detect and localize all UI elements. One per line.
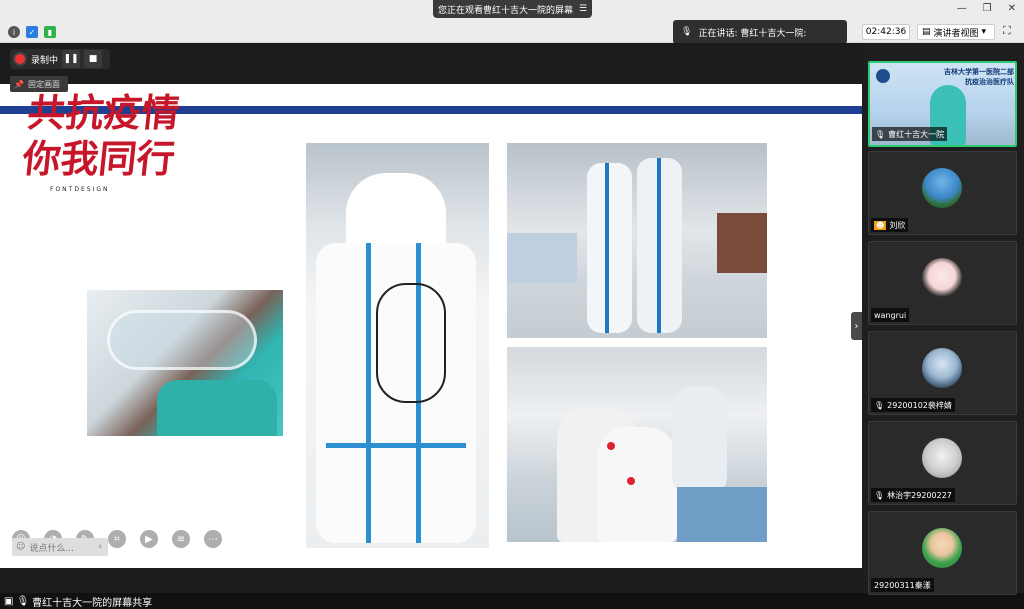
meeting-timer: 02:42:36 [862, 24, 910, 40]
pin-icon: 📌 [14, 79, 24, 89]
participant-tile[interactable]: 🎙 林治宇29200227 [868, 421, 1017, 505]
comment-input[interactable]: ☺ 说点什么... ‹ [12, 538, 108, 556]
avatar [922, 438, 962, 478]
participant-tile[interactable]: 29200311秦漾 [868, 511, 1017, 595]
restore-icon[interactable]: ❐ [983, 3, 992, 14]
participant-tile[interactable]: ☻ 刘欣 [868, 151, 1017, 235]
muted-mic-icon: 🎙 [874, 490, 885, 500]
screen-icon: ▣ [4, 595, 14, 607]
participant-name-bar: 🎙 曹红十吉大一院 [872, 127, 948, 141]
layout-icon: ▤ [922, 27, 931, 37]
photo-ward-care [507, 347, 767, 542]
record-icon [15, 54, 25, 64]
smile-icon: ☺ [16, 542, 26, 552]
avatar [922, 168, 962, 208]
close-icon[interactable]: ✕ [1008, 3, 1016, 14]
camera-icon[interactable]: ▶ [140, 530, 158, 548]
participant-tile[interactable]: 🎙 29200102裴梓婧 [868, 331, 1017, 415]
font-design-label: FONTDESIGN [50, 186, 110, 193]
share-status-bar: ▣ 🎙 曹红十吉大一院的屏幕共享 [0, 593, 1024, 609]
recording-label: 录制中 [31, 55, 59, 66]
hospital-logo-icon [876, 69, 890, 83]
mic-icon: 🎙 [16, 595, 30, 607]
participant-name: 29200102裴梓婧 [887, 400, 952, 410]
chevron-down-icon: ▾ [981, 27, 987, 37]
participant-name-bar: 🎙 林治宇29200227 [871, 488, 955, 502]
avatar [922, 528, 962, 568]
comment-placeholder: 说点什么... [29, 543, 74, 554]
pause-icon: ❚❚ [63, 54, 79, 64]
participant-name-bar: ☻ 刘欣 [871, 218, 909, 232]
pin-view-button[interactable]: 📌 固定画面 [10, 76, 68, 92]
slide-title-line1: 共抗疫情 [25, 90, 183, 135]
signal-icon[interactable]: ▮ [44, 26, 56, 38]
avatar [922, 348, 962, 388]
muted-mic-icon: 🎙 [874, 400, 885, 410]
window-controls: — ❐ ✕ [957, 3, 1016, 14]
caption-icon[interactable]: ≡ [172, 530, 190, 548]
speaking-indicator: 🎙 正在讲话: 曹红十吉大一院: [673, 20, 847, 44]
presenter-view-button[interactable]: ▤ 演讲者视图 ▾ [917, 24, 995, 40]
share-text: 曹红十吉大一院的屏幕共享 [32, 597, 153, 609]
presenter-view-label: 演讲者视图 [933, 28, 979, 39]
user-icon: ☻ [874, 220, 887, 230]
info-icon[interactable]: i [8, 26, 20, 38]
participant-name: 林治宇29200227 [887, 490, 952, 500]
slide-title: 共抗疫情 你我同行 [18, 90, 215, 205]
watching-banner: 您正在观看曹红十吉大一院的屏幕 ☰ [433, 0, 592, 18]
photo-two-medical-staff [507, 143, 767, 338]
participant-name-bar: wangrui [871, 308, 910, 322]
banner-line1: 吉林大学第一医院二部 [944, 68, 1014, 76]
participant-name: 刘欣 [889, 220, 906, 230]
participant-name-bar: 🎙 29200102裴梓婧 [871, 398, 955, 412]
participant-name: 曹红十吉大一院 [888, 129, 945, 139]
menu-icon[interactable]: ☰ [579, 4, 587, 14]
more-icon[interactable]: ⋯ [204, 530, 222, 548]
screenshot-icon[interactable]: ⌗ [108, 530, 126, 548]
sidebar-collapse-button[interactable]: › [851, 312, 862, 340]
mic-icon: 🎙 [875, 129, 886, 139]
stop-icon: ■ [88, 54, 98, 64]
speaking-text: 正在讲话: 曹红十吉大一院: [698, 28, 807, 39]
participant-name-bar: 29200311秦漾 [871, 578, 934, 592]
photo-goggles-closeup [87, 290, 283, 436]
avatar [922, 258, 962, 298]
participant-name: 29200311秦漾 [874, 580, 931, 590]
slide-title-line2: 你我同行 [20, 136, 178, 181]
microphone-icon: 🎙 [681, 27, 693, 37]
watching-text: 您正在观看曹红十吉大一院的屏幕 [437, 5, 573, 16]
status-icons: i ✓ ▮ [8, 26, 56, 38]
shield-icon[interactable]: ✓ [26, 26, 38, 38]
chevron-left-icon[interactable]: ‹ [98, 542, 108, 552]
recording-control: 录制中 ❚❚ ■ [10, 49, 110, 69]
participant-tile[interactable]: wangrui [868, 241, 1017, 325]
participant-tile[interactable]: 吉林大学第一医院二部 抗疫治治医疗队 🎙 曹红十吉大一院 [868, 61, 1017, 147]
photo-protective-suit-drawing [306, 143, 489, 548]
minimize-icon[interactable]: — [957, 3, 967, 14]
banner-line2: 抗疫治治医疗队 [965, 78, 1014, 86]
chevron-right-icon: › [854, 320, 859, 332]
pin-label: 固定画面 [27, 79, 60, 89]
fullscreen-icon[interactable]: ⛶ [1003, 24, 1017, 38]
participant-name: wangrui [874, 310, 907, 320]
stop-button[interactable]: ■ [84, 50, 103, 68]
participant-sidebar: 吉林大学第一医院二部 抗疫治治医疗队 🎙 曹红十吉大一院 ☻ 刘欣 wangru… [862, 43, 1024, 595]
pause-button[interactable]: ❚❚ [62, 50, 81, 68]
